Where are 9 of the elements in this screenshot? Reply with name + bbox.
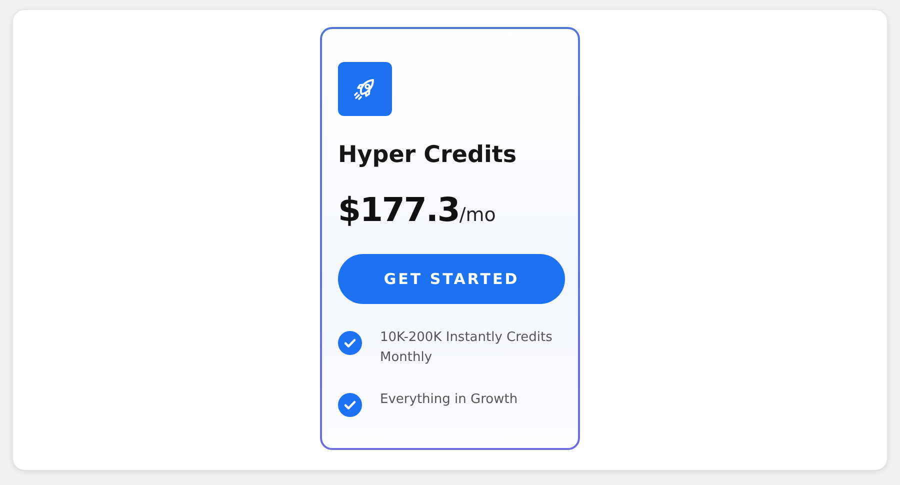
- get-started-button[interactable]: GET STARTED: [338, 254, 565, 304]
- feature-text: 10K-200K Instantly Credits Monthly: [380, 329, 554, 367]
- price-amount: $177.3: [338, 190, 460, 229]
- check-icon: [338, 331, 362, 355]
- price-period: /mo: [459, 204, 496, 226]
- rocket-icon: [338, 62, 392, 116]
- check-icon: [338, 393, 362, 417]
- feature-text: Everything in Growth: [380, 391, 519, 409]
- plan-title: Hyper Credits: [338, 142, 518, 168]
